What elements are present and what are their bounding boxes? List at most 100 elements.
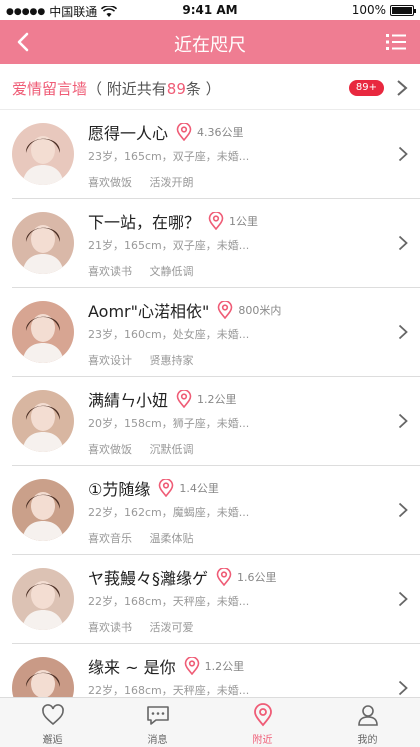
chevron-right-icon xyxy=(398,591,408,607)
battery-percent: 100% xyxy=(351,3,386,17)
user-tags: 喜欢音乐 温柔体贴 xyxy=(88,530,208,546)
chat-icon xyxy=(146,706,169,725)
user-list-item[interactable]: 愿得一人心 4.36公里 23岁，165cm，双子座，未婚... 喜欢做饭 活泼… xyxy=(12,110,420,199)
user-tags: 喜欢设计 贤惠持家 xyxy=(88,352,208,368)
unread-badge: 89+ xyxy=(348,80,384,96)
user-tag: 喜欢读书 xyxy=(88,621,132,634)
chevron-right-icon xyxy=(398,502,408,518)
user-distance: 1.2公里 xyxy=(197,393,237,406)
name-row: ①芀随缘 1.4公里 xyxy=(88,476,219,500)
avatar xyxy=(12,568,74,630)
user-tag: 活泼开朗 xyxy=(149,176,194,189)
user-distance: 1公里 xyxy=(229,215,259,228)
location-icon xyxy=(253,703,272,727)
user-info: 22岁，168cm，天秤座，未婚... xyxy=(88,684,250,697)
chevron-right-icon xyxy=(398,146,408,162)
avatar xyxy=(12,212,74,274)
status-bar: ●●●●● 中国联通 9:41 AM 100% xyxy=(0,0,420,20)
user-tag: 贤惠持家 xyxy=(149,354,194,367)
nearby-user-list: 愿得一人心 4.36公里 23岁，165cm，双子座，未婚... 喜欢做饭 活泼… xyxy=(0,110,420,733)
user-tag: 喜欢做饭 xyxy=(88,176,132,189)
name-row: 满綪ㄣ小妞 1.2公里 xyxy=(88,387,237,411)
chevron-right-icon xyxy=(398,680,408,696)
user-info: 22岁，168cm，天秤座，未婚... xyxy=(88,595,250,608)
chevron-right-icon xyxy=(398,413,408,429)
user-info: 23岁，160cm，处女座，未婚... xyxy=(88,328,250,341)
user-distance: 1.2公里 xyxy=(204,660,245,673)
user-list-item[interactable]: ヤ莪鰻々§灕缘ゲ 1.6公里 22岁，168cm，天秤座，未婚... 喜欢读书 … xyxy=(12,555,420,644)
user-name: Aomr"心渃相依" xyxy=(88,302,210,321)
name-row: 下一站，在哪？ 1公里 xyxy=(88,209,258,233)
name-row: Aomr"心渃相依" 800米内 xyxy=(88,298,281,322)
navigation-bar: 近在咫尺 xyxy=(0,20,420,64)
user-distance: 1.4公里 xyxy=(179,482,219,495)
user-name: 缘来 ~ 是你 xyxy=(88,658,176,677)
name-row: ヤ莪鰻々§灕缘ゲ 1.6公里 xyxy=(88,565,277,589)
list-menu-icon[interactable] xyxy=(384,30,408,54)
user-list-item[interactable]: Aomr"心渃相依" 800米内 23岁，160cm，处女座，未婚... 喜欢设… xyxy=(12,288,420,377)
tab-label: 附近 xyxy=(252,735,273,746)
tab-label: 我的 xyxy=(357,735,378,746)
location-pin-icon xyxy=(176,390,192,408)
user-tag: 喜欢设计 xyxy=(88,354,132,367)
user-list-item[interactable]: 满綪ㄣ小妞 1.2公里 20岁，158cm，狮子座，未婚... 喜欢做饭 沉默低… xyxy=(12,377,420,466)
chevron-right-icon xyxy=(398,235,408,251)
location-pin-icon xyxy=(184,657,199,675)
user-name: 下一站，在哪？ xyxy=(88,213,201,232)
user-distance: 1.6公里 xyxy=(237,571,277,584)
location-pin-icon xyxy=(176,123,192,141)
battery-group: 100% xyxy=(351,3,416,17)
user-info: 21岁，165cm，双子座，未婚... xyxy=(88,239,250,252)
banner-count-prefix: （ 附近共有 xyxy=(87,80,167,98)
user-tags: 喜欢做饭 沉默低调 xyxy=(88,441,208,457)
page-title: 近在咫尺 xyxy=(174,35,246,56)
user-list-item[interactable]: 下一站，在哪？ 1公里 21岁，165cm，双子座，未婚... 喜欢读书 文静低… xyxy=(12,199,420,288)
avatar xyxy=(12,301,74,363)
battery-icon xyxy=(390,4,416,16)
user-list-item[interactable]: ①芀随缘 1.4公里 22岁，162cm，魔蝎座，未婚... 喜欢音乐 温柔体贴 xyxy=(12,466,420,555)
user-distance: 4.36公里 xyxy=(197,126,244,139)
user-name: ヤ莪鰻々§灕缘ゲ xyxy=(88,569,209,588)
chevron-right-icon xyxy=(397,80,408,96)
user-info: 20岁，158cm，狮子座，未婚... xyxy=(88,417,250,430)
user-tag: 喜欢读书 xyxy=(88,265,132,278)
user-tag: 沉默低调 xyxy=(149,443,194,456)
user-info: 23岁，165cm，双子座，未婚... xyxy=(88,150,250,163)
user-tag: 喜欢做饭 xyxy=(88,443,132,456)
user-name: 满綪ㄣ小妞 xyxy=(88,391,169,410)
avatar xyxy=(12,479,74,541)
tab-label: 消息 xyxy=(147,735,168,746)
banner-title: 爱情留言墙 xyxy=(12,80,88,98)
user-tag: 温柔体贴 xyxy=(149,532,194,545)
user-tag: 文静低调 xyxy=(149,265,194,278)
user-tag: 喜欢音乐 xyxy=(88,532,132,545)
user-tags: 喜欢读书 文静低调 xyxy=(88,263,208,279)
avatar xyxy=(12,390,74,452)
tab-label: 邂逅 xyxy=(42,735,63,746)
banner-count: 89 xyxy=(166,80,186,98)
tab-bar: 邂逅 消息 附近 我的 xyxy=(0,697,420,747)
tab-encounter[interactable]: 邂逅 xyxy=(0,698,105,747)
name-row: 缘来 ~ 是你 1.2公里 xyxy=(88,654,244,678)
user-name: 愿得一人心 xyxy=(88,124,169,143)
person-icon xyxy=(357,705,378,726)
tab-messages[interactable]: 消息 xyxy=(105,698,210,747)
user-info: 22岁，162cm，魔蝎座，未婚... xyxy=(88,506,250,519)
name-row: 愿得一人心 4.36公里 xyxy=(88,120,244,144)
chevron-right-icon xyxy=(398,324,408,340)
user-name: ①芀随缘 xyxy=(88,480,151,499)
user-tag: 活泼可爱 xyxy=(149,621,194,634)
location-pin-icon xyxy=(216,568,232,586)
user-tags: 喜欢读书 活泼可爱 xyxy=(88,619,208,635)
tab-mine[interactable]: 我的 xyxy=(315,698,420,747)
banner-text: 爱情留言墙（ 附近共有89条 ） xyxy=(12,78,221,99)
location-pin-icon xyxy=(159,479,174,497)
location-pin-icon xyxy=(218,301,233,319)
heart-icon xyxy=(41,704,64,726)
user-distance: 800米内 xyxy=(238,304,282,317)
banner-count-suffix: 条 ） xyxy=(185,80,221,98)
love-message-wall-banner[interactable]: 爱情留言墙（ 附近共有89条 ） 89+ xyxy=(0,64,420,110)
tab-nearby[interactable]: 附近 xyxy=(210,698,315,747)
avatar xyxy=(12,123,74,185)
user-tags: 喜欢做饭 活泼开朗 xyxy=(88,174,208,190)
